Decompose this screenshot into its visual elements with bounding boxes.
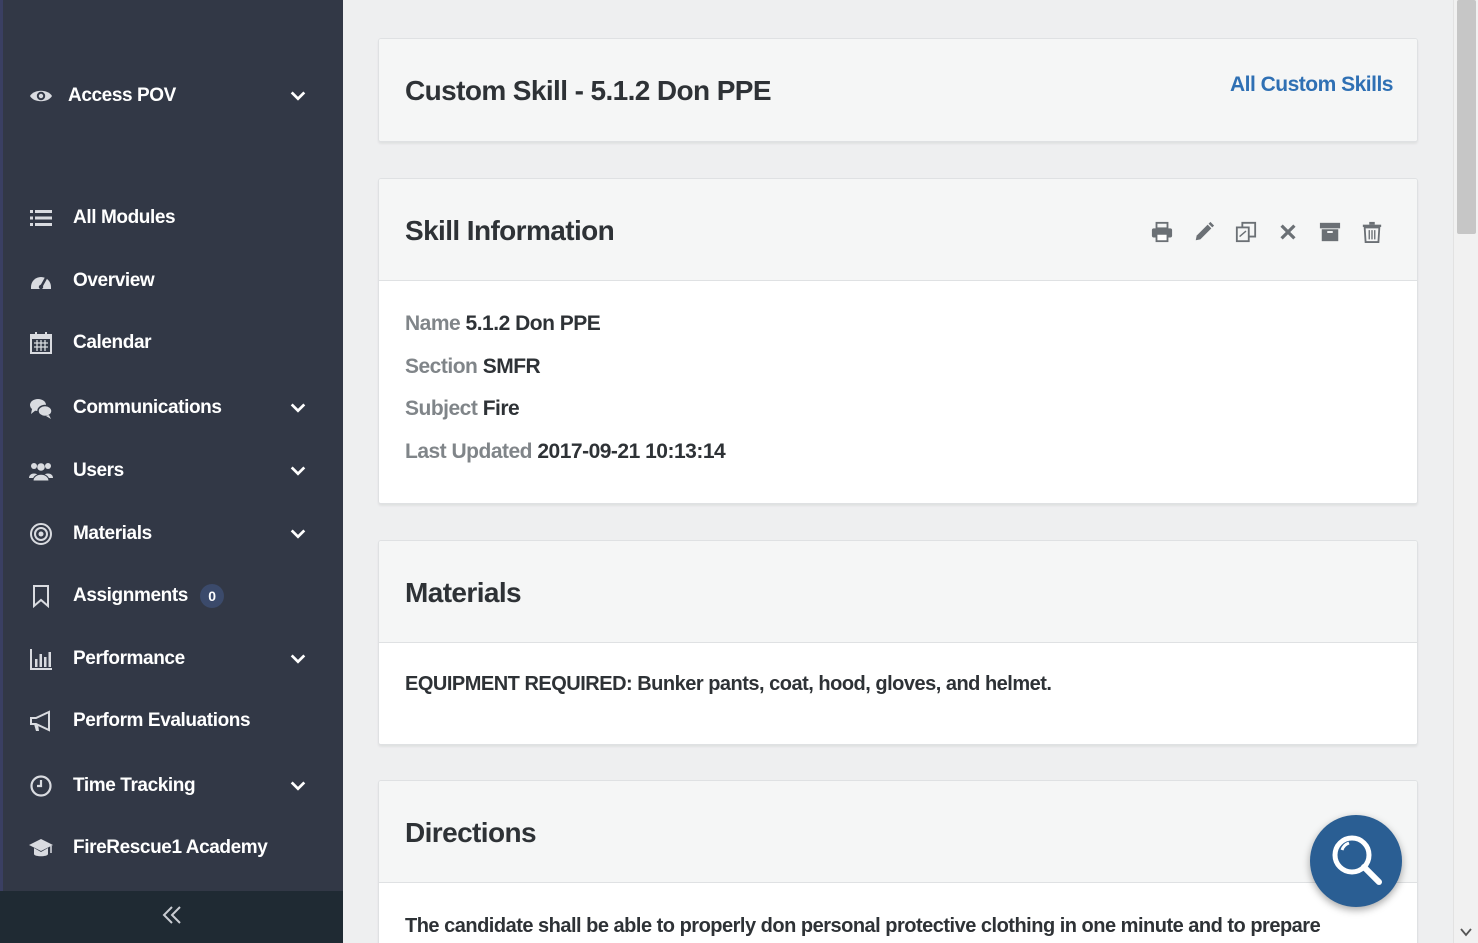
assignments-count-badge: 0	[199, 584, 224, 608]
sidebar-item-perform-evaluations[interactable]: Perform Evaluations	[0, 699, 343, 743]
chevron-down-icon[interactable]	[288, 86, 308, 106]
chevron-down-icon[interactable]	[288, 649, 308, 669]
sidebar-item-label: Overview	[73, 270, 155, 291]
skill-information-header: Skill Information	[379, 179, 1417, 281]
materials-header: Materials	[379, 541, 1417, 643]
sidebar-item-label: Communications	[73, 397, 222, 418]
calendar-icon	[28, 330, 54, 356]
pencil-icon[interactable]	[1183, 219, 1225, 245]
directions-card: Directions The candidate shall be able t…	[378, 780, 1418, 943]
chevron-down-icon[interactable]	[288, 461, 308, 481]
sidebar-item-label: Users	[73, 460, 124, 481]
sidebar-item-calendar[interactable]: Calendar	[0, 321, 343, 365]
bar-chart-icon	[28, 646, 54, 672]
skill-information-title: Skill Information	[405, 215, 615, 246]
graduation-cap-icon	[28, 835, 54, 861]
clock-icon	[28, 773, 54, 799]
sidebar-item-performance[interactable]: Performance	[0, 637, 343, 681]
page-scrollbar[interactable]	[1453, 0, 1478, 943]
sidebar-item-label-text: Assignments	[73, 585, 188, 607]
skill-last-updated-row: Last Updated 2017-09-21 10:13:14	[405, 431, 1391, 474]
field-value: Fire	[482, 397, 520, 420]
sidebar-item-label: All Modules	[73, 207, 176, 228]
skill-subject-row: Subject Fire	[405, 388, 1391, 431]
sidebar-item-assignments[interactable]: Assignments 0	[0, 574, 343, 618]
dashboard-icon	[28, 268, 54, 294]
sidebar-item-users[interactable]: Users	[0, 449, 343, 493]
field-label: Section	[405, 354, 478, 378]
page-header-card: Custom Skill - 5.1.2 Don PPE All Custom …	[378, 38, 1418, 142]
copy-icon[interactable]	[1225, 219, 1267, 245]
search-icon	[1327, 830, 1385, 893]
chat-icon	[28, 395, 54, 421]
sidebar-item-label: Performance	[73, 648, 185, 669]
sidebar-item-all-modules[interactable]: All Modules	[0, 196, 343, 240]
sidebar-item-firerescue1-academy[interactable]: FireRescue1 Academy	[0, 826, 343, 870]
sidebar-item-label: FireRescue1 Academy	[73, 837, 268, 858]
skill-information-card: Skill Information Name 5.1.2 Don PPE Sec…	[378, 178, 1418, 504]
trash-icon[interactable]	[1351, 219, 1393, 245]
scroll-down-arrow-icon[interactable]	[1459, 925, 1473, 939]
materials-text: EQUIPMENT REQUIRED: Bunker pants, coat, …	[405, 673, 1052, 695]
skill-section-row: Section SMFR	[405, 346, 1391, 389]
directions-title: Directions	[405, 817, 537, 848]
sidebar-item-communications[interactable]: Communications	[0, 386, 343, 430]
scrollbar-thumb[interactable]	[1457, 0, 1476, 234]
chevron-down-icon[interactable]	[288, 398, 308, 418]
materials-body: EQUIPMENT REQUIRED: Bunker pants, coat, …	[379, 643, 1417, 744]
sidebar-item-label: Materials	[73, 523, 152, 544]
skill-toolbar	[1141, 219, 1393, 245]
page-title: Custom Skill - 5.1.2 Don PPE	[405, 75, 772, 106]
target-icon	[28, 521, 54, 547]
field-label: Last Updated	[405, 439, 533, 463]
page-header: Custom Skill - 5.1.2 Don PPE All Custom …	[379, 39, 1417, 141]
sidebar-item-label: Access POV	[68, 85, 176, 106]
skill-information-body: Name 5.1.2 Don PPE Section SMFR Subject …	[379, 281, 1417, 503]
sidebar-item-overview[interactable]: Overview	[0, 259, 343, 303]
field-value: 2017-09-21 10:13:14	[537, 439, 726, 463]
sidebar-item-time-tracking[interactable]: Time Tracking	[0, 764, 343, 808]
field-label: Name	[405, 312, 461, 335]
close-icon[interactable]	[1267, 219, 1309, 245]
sidebar-item-materials[interactable]: Materials	[0, 512, 343, 556]
skill-name-row: Name 5.1.2 Don PPE	[405, 303, 1391, 346]
list-icon	[28, 205, 54, 231]
double-chevron-left-icon	[161, 904, 183, 931]
sidebar-item-label: Time Tracking	[73, 775, 196, 796]
directions-header: Directions	[379, 781, 1417, 883]
eye-icon	[28, 83, 54, 109]
materials-card: Materials EQUIPMENT REQUIRED: Bunker pan…	[378, 540, 1418, 745]
field-value: SMFR	[482, 354, 541, 378]
all-custom-skills-link[interactable]: All Custom Skills	[1230, 73, 1394, 97]
directions-text: The candidate shall be able to properly …	[405, 915, 1321, 937]
bookmark-icon	[28, 583, 54, 609]
sidebar-item-access-pov[interactable]: Access POV	[0, 74, 343, 118]
megaphone-icon	[28, 708, 54, 734]
floating-search-button[interactable]	[1310, 815, 1402, 907]
field-label: Subject	[405, 397, 478, 420]
sidebar: Access POV All Modules Overview Calendar…	[0, 0, 343, 943]
archive-icon[interactable]	[1309, 219, 1351, 245]
sidebar-item-label: Perform Evaluations	[73, 710, 251, 731]
users-icon	[28, 458, 54, 484]
sidebar-item-label: Assignments 0	[73, 584, 224, 608]
field-value: 5.1.2 Don PPE	[465, 312, 601, 335]
sidebar-collapse-button[interactable]	[0, 891, 343, 943]
directions-body: The candidate shall be able to properly …	[379, 883, 1417, 943]
print-icon[interactable]	[1141, 219, 1183, 245]
materials-title: Materials	[405, 577, 522, 608]
sidebar-item-label: Calendar	[73, 332, 152, 353]
chevron-down-icon[interactable]	[288, 524, 308, 544]
chevron-down-icon[interactable]	[288, 776, 308, 796]
